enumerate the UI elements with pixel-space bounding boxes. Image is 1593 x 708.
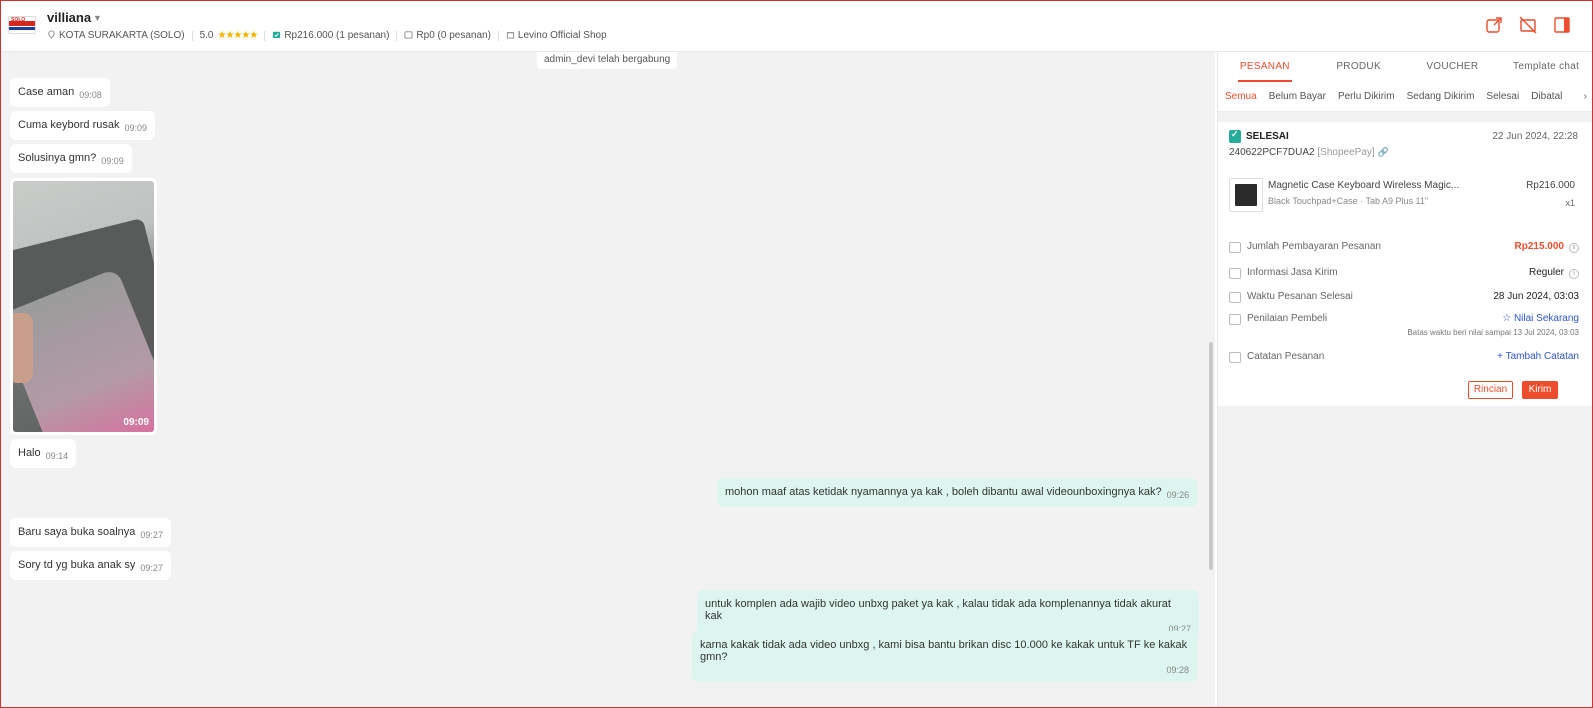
message-incoming[interactable]: Cuma keybord rusak 09:09 [10,111,156,140]
chevron-down-icon[interactable]: ▼ [93,13,102,23]
note-icon [1229,352,1241,363]
review-icon [1229,314,1241,325]
info-icon[interactable]: i [1569,269,1579,279]
video-message[interactable]: 09:09 [10,178,157,435]
chat-messages-area[interactable]: admin_devi telah bergabung Case aman 09:0… [1,52,1215,708]
buyer-username[interactable]: villiana [47,10,91,25]
completed-check-icon [1229,129,1241,143]
product-price: Rp216.000 [1526,180,1575,191]
shop-name: Levino Official Shop [506,30,607,41]
product-variant: Black Touchpad+Case · Tab A9 Plus 11" [1268,196,1429,206]
message-outgoing[interactable]: karna kakak tidak ada video unbxg , kami… [692,631,1197,682]
store-icon [506,32,515,39]
order-status: SELESAI [1229,129,1289,143]
status-badge: SELESAI [1246,131,1289,142]
truck-icon [1229,268,1241,279]
add-note-link[interactable]: + Tambah Catatan [1497,351,1579,362]
order-panel: PESANAN PRODUK VOUCHER Template chat Sem… [1217,52,1593,708]
order-detail-button[interactable]: Rincian [1468,381,1513,399]
share-icon[interactable] [1485,16,1503,34]
location-info: KOTA SURAKARTA (SOLO) [47,30,185,41]
tab-template-chat[interactable]: Template chat [1499,52,1593,82]
order-status-filter: Semua Belum Bayar Perlu Dikirim Sedang D… [1218,82,1593,112]
product-image [1229,178,1263,212]
message-incoming[interactable]: Halo 09:14 [10,439,77,468]
panel-tabs: PESANAN PRODUK VOUCHER Template chat [1218,52,1593,82]
location-pin-icon [48,30,55,39]
shop-logo: SOLO [8,16,36,34]
message-incoming[interactable]: Case aman 09:08 [10,78,110,107]
buyer-meta: KOTA SURAKARTA (SOLO) 5.0 ★★★★★ Rp216.000… [47,30,607,41]
chat-scrollbar[interactable] [1209,342,1213,570]
bag-check-icon [273,31,281,39]
chevron-right-icon[interactable]: › [1584,91,1593,102]
system-message: admin_devi telah bergabung [537,52,678,69]
rate-now-link[interactable]: ☆ Nilai Sekarang [1502,313,1579,324]
product-qty: x1 [1565,198,1575,208]
toggle-panel-icon[interactable] [1553,16,1571,34]
order-product[interactable]: Magnetic Case Keyboard Wireless Magic...… [1229,178,1579,214]
order-card: SELESAI 22 Jun 2024, 22:28 240622PCF7DUA… [1218,122,1593,406]
tab-pesanan[interactable]: PESANAN [1218,52,1312,82]
message-incoming[interactable]: Baru saya buka soalnya 09:27 [10,518,171,547]
bag-icon [404,31,413,39]
message-incoming[interactable]: Sory td yg buka anak sy 09:27 [10,551,171,580]
filter-sedang-dikirim[interactable]: Sedang Dikirim [1407,91,1475,102]
product-name: Magnetic Case Keyboard Wireless Magic... [1268,180,1460,191]
mute-icon[interactable] [1519,16,1537,34]
copy-link-icon[interactable]: 🔗 [1377,147,1388,157]
tab-voucher[interactable]: VOUCHER [1406,52,1500,82]
orders-unpaid: Rp0 (0 pesanan) [404,30,491,41]
video-thumbnail[interactable]: 09:09 [13,181,154,432]
orders-paid: Rp216.000 (1 pesanan) [272,30,389,41]
video-timestamp: 09:09 [123,417,149,428]
filter-perlu-dikirim[interactable]: Perlu Dikirim [1338,91,1395,102]
receipt-icon [1229,242,1241,253]
filter-belum-bayar[interactable]: Belum Bayar [1269,91,1326,102]
filter-dibatal[interactable]: Dibatal [1531,91,1562,102]
order-date: 22 Jun 2024, 22:28 [1492,131,1578,142]
tab-produk[interactable]: PRODUK [1312,52,1406,82]
order-id: 240622PCF7DUA2 [ShopeePay] 🔗 [1229,147,1389,158]
rating-stars-icon: ★★★★★ [217,30,259,41]
message-incoming[interactable]: Solusinya gmn? 09:09 [10,144,132,173]
chat-header: SOLO villiana ▼ KOTA SURAKARTA (SOLO) 5.… [0,0,1593,52]
calendar-icon [1229,292,1241,303]
header-actions [1485,16,1571,34]
send-order-button[interactable]: Kirim [1522,381,1558,399]
info-icon[interactable]: i [1569,243,1579,253]
filter-selesai[interactable]: Selesai [1486,91,1519,102]
message-outgoing[interactable]: mohon maaf atas ketidak nyamannya ya kak… [717,478,1198,507]
rating-info: 5.0 ★★★★★ [199,30,259,41]
filter-semua[interactable]: Semua [1225,91,1257,102]
